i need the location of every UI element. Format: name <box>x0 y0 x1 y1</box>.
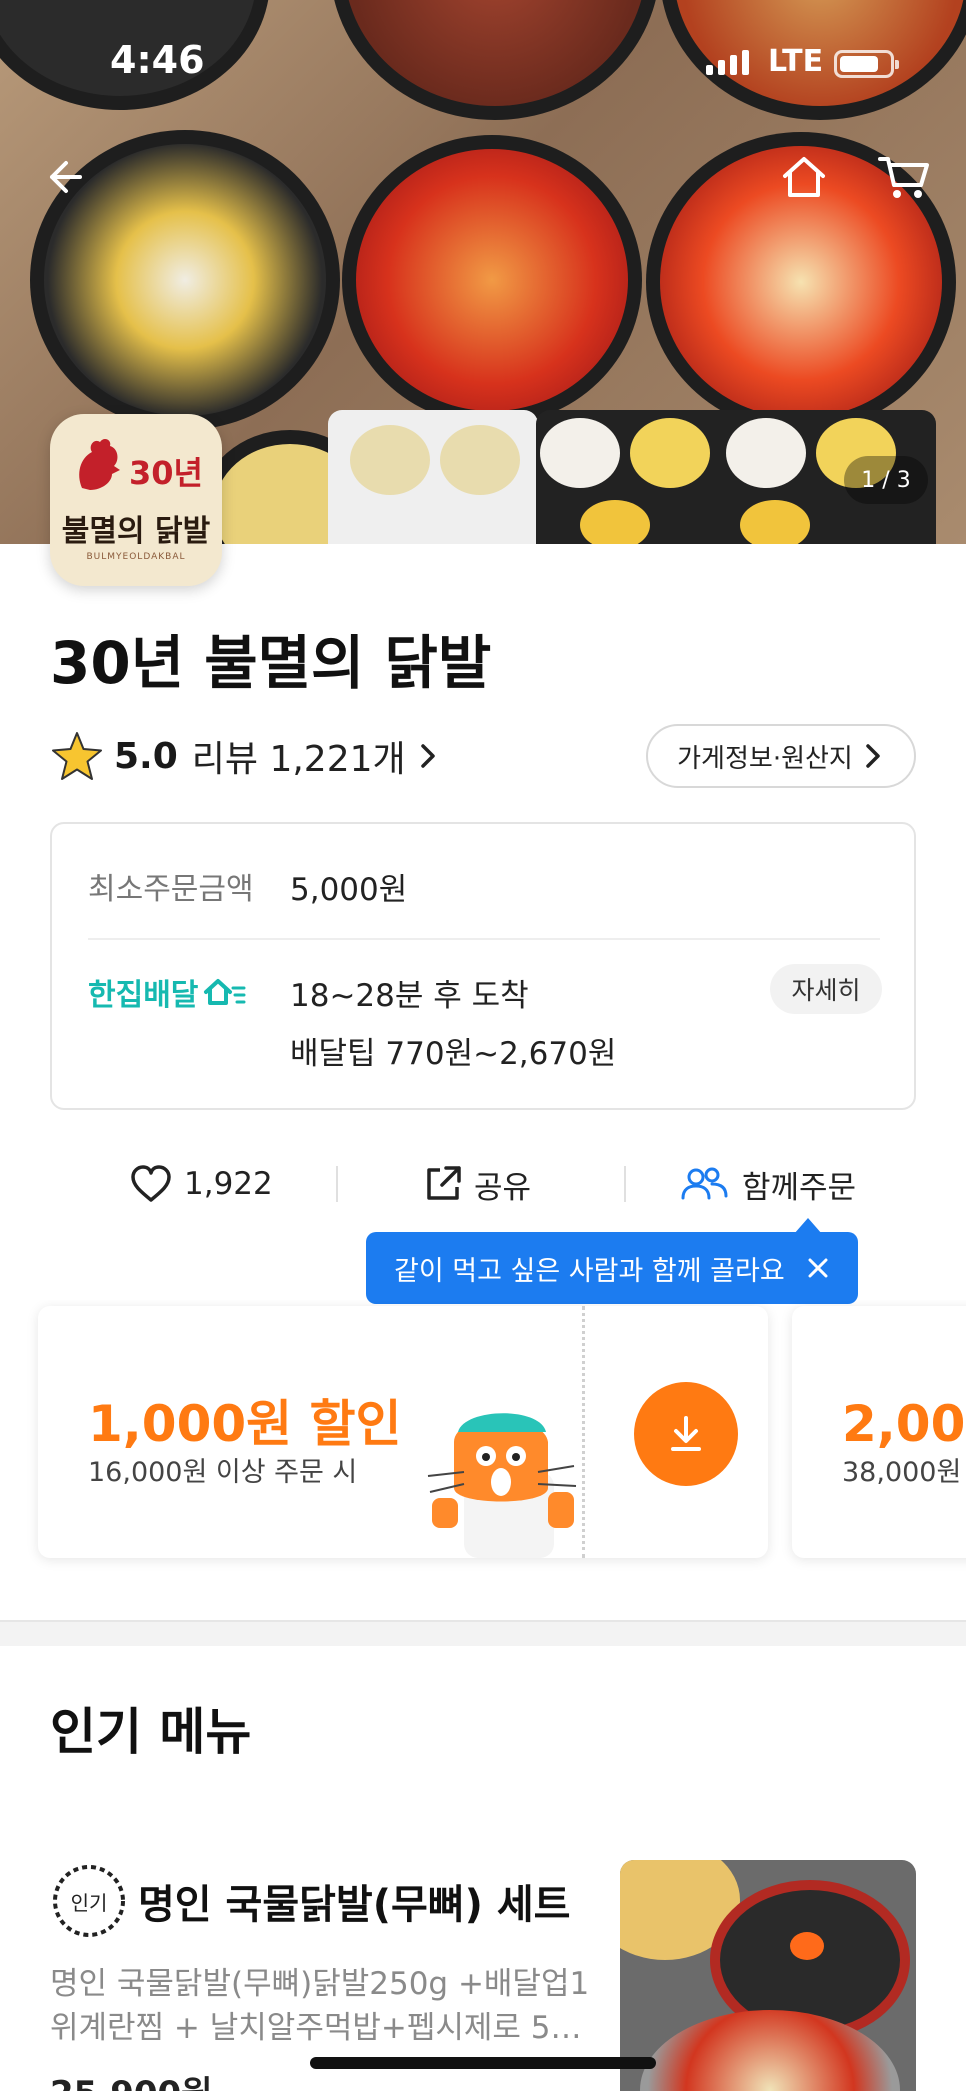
divider <box>336 1166 338 1202</box>
min-order-label: 최소주문금액 <box>88 872 254 907</box>
garnish <box>790 1932 824 1960</box>
coupon-carousel[interactable]: 1,000원 할인 16,000원 이상 주문 시 2,000원 할인 38,0… <box>0 1300 966 1590</box>
cart-icon <box>878 157 929 198</box>
like-button[interactable]: 1,922 <box>130 1152 273 1216</box>
dumpling <box>440 425 520 495</box>
back-button[interactable] <box>30 145 94 209</box>
menu-item-description-line: 명인 국물닭발(무뼈)닭발250g +배달업1 <box>50 1966 590 2002</box>
delivery-service-label: 한집배달 <box>88 970 246 1014</box>
menu-item-price: 25,900원 <box>50 2066 212 2091</box>
coupon-condition: 16,000원 이상 주문 시 <box>88 1457 358 1488</box>
home-icon <box>783 157 825 197</box>
home-button[interactable] <box>772 145 836 209</box>
logo-year: 30년 <box>129 454 203 492</box>
rating-value: 5.0 <box>114 735 178 777</box>
cart-button[interactable] <box>872 145 936 209</box>
review-link[interactable]: 리뷰 1,221개 <box>192 730 442 782</box>
side-dish <box>740 500 810 544</box>
section-divider <box>0 1620 966 1646</box>
menu-item-description-line: 위계란찜 + 날치알주먹밥+펩시제로 50... <box>50 2010 598 2046</box>
menu-item-name: 명인 국물닭발(무뼈) 세트 <box>138 1882 571 1928</box>
group-order-label: 함께주문 <box>742 1169 857 1206</box>
back-arrow-icon <box>50 161 82 193</box>
coupon-card[interactable]: 2,000원 할인 38,000원 이상 주문 시 <box>792 1306 966 1558</box>
status-time: 4:46 <box>110 38 205 82</box>
coupon-download-button[interactable] <box>634 1382 738 1486</box>
popular-badge-label: 인기 <box>70 1890 108 1915</box>
popular-badge: 인기 <box>50 1862 128 1940</box>
side-dish <box>726 418 806 488</box>
coupon-amount: 2,000원 할인 <box>842 1395 966 1453</box>
cat-mascot-icon <box>427 1413 577 1558</box>
tooltip-close-button[interactable] <box>800 1250 836 1286</box>
delivery-tip: 배달팁 770원~2,670원 <box>290 1036 617 1072</box>
logo-romanized: BULMYEOLDAKBAL <box>86 552 186 562</box>
rating-row: 5.0 리뷰 1,221개 <box>50 728 442 784</box>
download-icon <box>671 1416 701 1451</box>
network-label: LTE <box>768 44 824 79</box>
group-users-icon <box>681 1167 728 1200</box>
star-icon <box>52 732 102 780</box>
share-button[interactable]: 공유 <box>424 1152 531 1216</box>
dumpling <box>350 425 430 495</box>
min-order-value: 5,000원 <box>290 872 408 908</box>
home-indicator[interactable] <box>310 2057 656 2069</box>
coupon-card[interactable]: 1,000원 할인 16,000원 이상 주문 시 <box>38 1306 768 1558</box>
coupon-condition: 38,000원 이상 주문 시 <box>842 1457 966 1488</box>
side-dish <box>540 418 620 488</box>
coupon-perforation <box>582 1306 585 1558</box>
store-info-label: 가게정보·원산지 <box>677 743 853 774</box>
tooltip-text: 같이 먹고 싶은 사람과 함께 골라요 <box>394 1255 785 1287</box>
delivery-eta: 18~28분 후 도착 <box>290 978 529 1014</box>
house-speed-icon <box>204 979 246 1005</box>
share-icon <box>427 1166 461 1200</box>
delivery-info-card: 최소주문금액 5,000원 한집배달 18~28분 후 도착 배달팁 770원~… <box>50 822 916 1110</box>
divider <box>624 1166 626 1202</box>
divider <box>88 938 880 940</box>
share-label: 공유 <box>474 1169 532 1206</box>
status-bar: 4:46 LTE <box>0 0 966 110</box>
logo-name: 불멸의 닭발 <box>61 514 211 549</box>
popular-menu-title: 인기 메뉴 <box>50 1703 252 1761</box>
group-order-button[interactable]: 함께주문 <box>680 1152 856 1216</box>
chevron-right-icon <box>420 744 435 768</box>
store-info-button[interactable]: 가게정보·원산지 <box>646 724 916 788</box>
chevron-right-icon <box>866 744 880 768</box>
store-logo: 30년 불멸의 닭발 BULMYEOLDAKBAL <box>50 414 222 586</box>
side-dish <box>580 500 650 544</box>
menu-item-image <box>620 1860 916 2091</box>
review-count: 리뷰 1,221개 <box>191 739 406 780</box>
battery-icon <box>834 50 899 78</box>
delivery-service-name: 한집배달 <box>88 978 199 1013</box>
menu-item-description: 명인 국물닭발(무뼈)닭발250g +배달업1 위계란찜 + 날치알주먹밥+펩시… <box>50 1962 598 2050</box>
heart-icon <box>131 1165 171 1202</box>
image-page-counter: 1 / 3 <box>844 456 928 504</box>
store-title: 30년 불멸의 닭발 <box>50 629 492 697</box>
group-order-tooltip: 같이 먹고 싶은 사람과 함께 골라요 <box>366 1218 858 1304</box>
close-icon <box>808 1258 828 1278</box>
side-dish <box>630 418 710 488</box>
food-bowl <box>342 135 642 425</box>
coupon-amount: 1,000원 할인 <box>88 1395 402 1453</box>
store-actions: 1,922 공유 함께주문 <box>50 1152 916 1216</box>
like-count: 1,922 <box>184 1166 273 1202</box>
delivery-detail-button[interactable]: 자세히 <box>770 964 882 1014</box>
signal-icon <box>706 50 749 75</box>
